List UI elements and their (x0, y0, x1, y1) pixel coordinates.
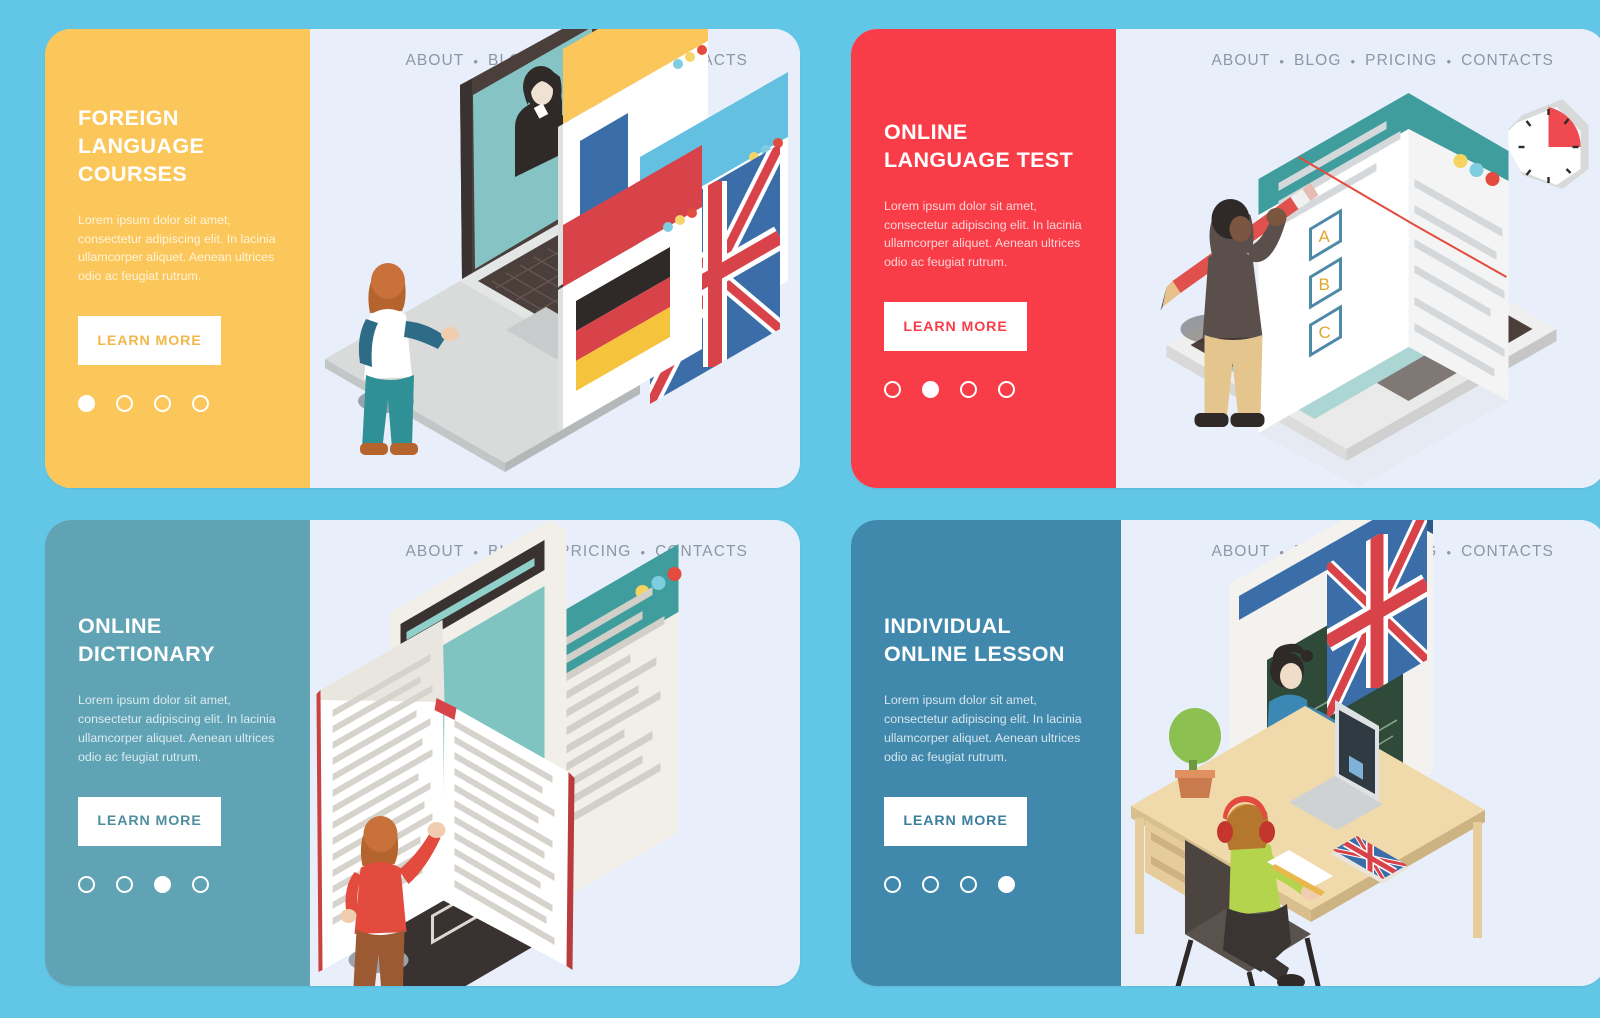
carousel-dots (884, 381, 1083, 399)
carousel-dots (78, 395, 277, 413)
carousel-dot-2[interactable] (922, 875, 939, 893)
banner-illustration-stage: ABOUT • BLOG • PRICING • CONTACTS (1121, 520, 1600, 986)
banner-description: Lorem ipsum dolor sit amet, consectetur … (884, 198, 1082, 270)
page-title: ONLINE DICTIONARY (78, 614, 215, 667)
option-c-label: C (1319, 323, 1331, 342)
carousel-dots (884, 875, 1088, 893)
option-b-label: B (1319, 275, 1330, 294)
page-title: ONLINE LANGUAGE TEST (884, 119, 1074, 172)
banner-description: Lorem ipsum dolor sit amet, consectetur … (78, 693, 276, 764)
carousel-dot-3[interactable] (154, 875, 171, 893)
banner-text-panel: FOREIGN LANGUAGE COURSES Lorem ipsum dol… (45, 29, 310, 488)
carousel-dot-4[interactable] (998, 875, 1015, 893)
banner-illustration-stage: ABOUT • BLOG • PRICING • CONTACTS (1116, 29, 1600, 488)
banner-description: Lorem ipsum dolor sit amet, consectetur … (884, 693, 1082, 764)
banner-description: Lorem ipsum dolor sit amet, consectetur … (78, 212, 276, 284)
carousel-dot-4[interactable] (192, 395, 209, 413)
learn-more-button[interactable]: LEARN MORE (78, 316, 221, 366)
carousel-dot-2[interactable] (922, 381, 939, 399)
banner-text-panel: ONLINE LANGUAGE TEST Lorem ipsum dolor s… (851, 29, 1116, 488)
carousel-dot-1[interactable] (884, 381, 901, 399)
carousel-dot-1[interactable] (78, 875, 95, 893)
carousel-dot-2[interactable] (116, 875, 133, 893)
carousel-dot-1[interactable] (78, 395, 95, 413)
carousel-dots (78, 875, 277, 893)
banner-illustration-stage: ABOUT • BLOG • PRICING • CONTACTS (310, 520, 800, 986)
banner-online-dictionary: ONLINE DICTIONARY Lorem ipsum dolor sit … (45, 520, 800, 986)
desk-student-video-lesson-illustration (1131, 520, 1485, 986)
carousel-dot-2[interactable] (116, 395, 133, 413)
banner-individual-online-lesson: INDIVIDUAL ONLINE LESSON Lorem ipsum dol… (851, 520, 1600, 986)
carousel-dot-3[interactable] (154, 395, 171, 413)
learn-more-button[interactable]: LEARN MORE (884, 302, 1027, 352)
laptop-teacher-flags-illustration (325, 29, 788, 472)
banner-illustration-stage: ABOUT • BLOG • PRICING • CONTACTS (310, 29, 800, 488)
learn-more-button[interactable]: LEARN MORE (884, 796, 1027, 846)
open-book-browser-illustration (316, 520, 682, 986)
banner-online-language-test: ONLINE LANGUAGE TEST Lorem ipsum dolor s… (851, 29, 1600, 488)
banner-text-panel: INDIVIDUAL ONLINE LESSON Lorem ipsum dol… (851, 520, 1121, 986)
page-title: INDIVIDUAL ONLINE LESSON (884, 614, 1065, 667)
tablet-test-clock-illustration: A B C (1160, 93, 1589, 487)
banner-text-panel: ONLINE DICTIONARY Lorem ipsum dolor sit … (45, 520, 310, 986)
learn-more-button[interactable]: LEARN MORE (78, 796, 221, 846)
carousel-dot-1[interactable] (884, 875, 901, 893)
page-title: FOREIGN LANGUAGE COURSES (78, 105, 205, 186)
banner-foreign-language-courses: FOREIGN LANGUAGE COURSES Lorem ipsum dol… (45, 29, 800, 488)
option-a-label: A (1319, 227, 1331, 246)
carousel-dot-3[interactable] (960, 381, 977, 399)
banner-board: FOREIGN LANGUAGE COURSES Lorem ipsum dol… (0, 0, 1600, 1018)
carousel-dot-3[interactable] (960, 875, 977, 893)
carousel-dot-4[interactable] (192, 875, 209, 893)
carousel-dot-4[interactable] (998, 381, 1015, 399)
